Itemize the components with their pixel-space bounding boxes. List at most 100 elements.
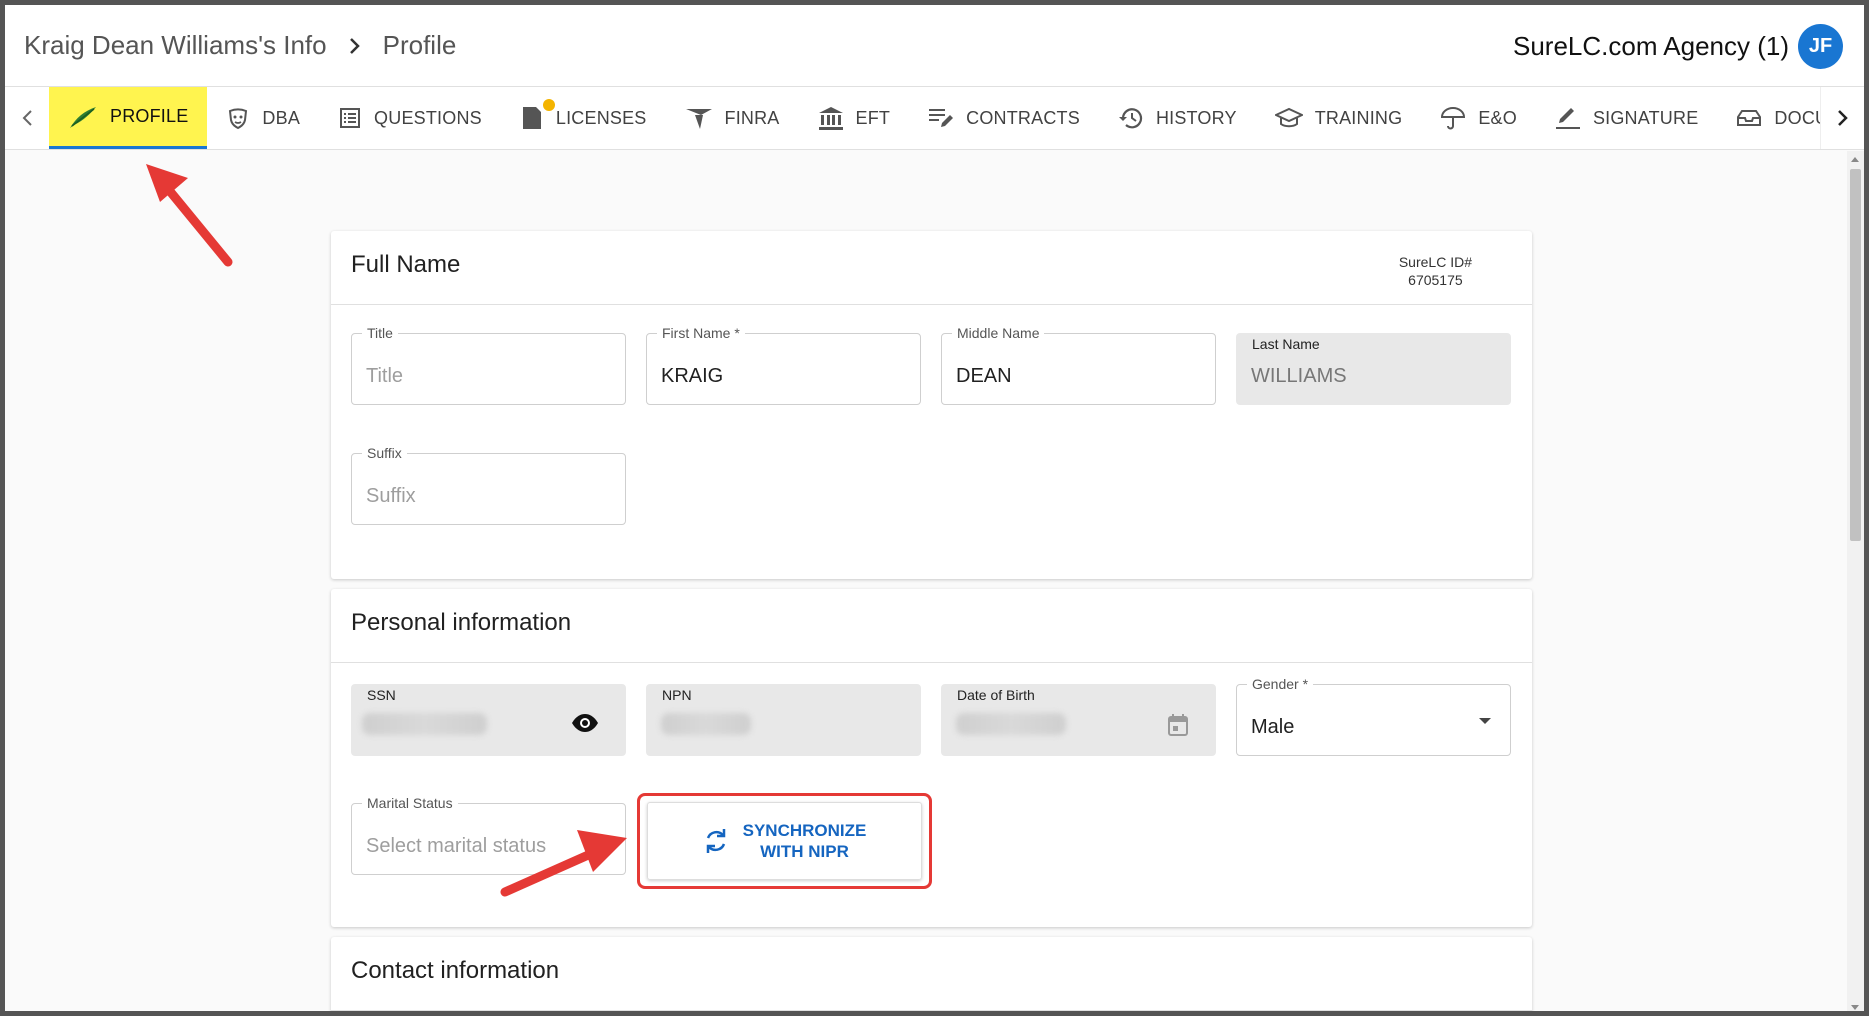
chevron-right-icon [1837,110,1848,126]
field-label: Suffix [362,445,407,461]
tab-label: SIGNATURE [1592,107,1699,128]
tab-history[interactable]: HISTORY [1099,87,1256,149]
breadcrumb-current: Profile [382,30,457,60]
license-icon [522,107,541,129]
gender-select[interactable]: Gender * Male [1236,676,1511,756]
tab-label: DOCUMENTS [1774,107,1825,128]
tab-label: PROFILE [110,106,189,126]
tab-profile[interactable]: PROFILE [49,87,208,149]
sync-icon [706,829,725,853]
personal-info-title: Personal information [331,589,1532,663]
date-of-birth-field: Date of Birth [941,684,1216,756]
sync-label-line1: SYNCHRONIZE [742,821,867,840]
eye-icon[interactable] [571,713,599,733]
mask-icon [229,108,248,130]
tab-questions[interactable]: QUESTIONS [319,87,501,149]
tab-eo[interactable]: E&O [1421,87,1536,149]
tab-label: CONTRACTS [966,107,1080,128]
tab-label: LICENSES [555,107,647,128]
full-name-title: Full Name [331,231,1532,305]
field-label: Date of Birth [957,687,1035,703]
tabs-scroll-right-button[interactable] [1820,87,1864,149]
feather-icon [70,106,96,128]
blurred-value [661,713,751,735]
blurred-value [956,713,1066,735]
tab-label: DBA [262,107,301,128]
field-value: DEAN [956,365,1012,387]
scroll-down-icon[interactable] [1851,1005,1859,1010]
tab-signature[interactable]: SIGNATURE [1536,87,1717,149]
contact-info-title: Contact information [331,937,1532,1011]
tab-training[interactable]: TRAINING [1256,87,1422,149]
main-content: Full Name SureLC ID# 6705175 Title Title… [5,151,1864,1011]
field-placeholder: Title [366,365,404,387]
header: Kraig Dean Williams's Info Profile SureL… [5,5,1864,87]
field-label: Gender * [1247,676,1314,692]
surelc-id-value: 6705175 [1408,272,1463,288]
last-name-field: Last Name WILLIAMS [1236,333,1511,405]
tab-label: EFT [855,107,891,128]
list-icon [340,108,361,128]
graduation-cap-icon [1274,107,1303,128]
surelc-id-label: SureLC ID# [1398,254,1472,270]
chevron-left-icon [22,110,32,126]
app-window: Kraig Dean Williams's Info Profile SureL… [0,0,1869,1016]
field-value: KRAIG [661,365,724,387]
calendar-icon[interactable] [1167,713,1189,737]
dropdown-arrow-icon [1479,718,1491,724]
scrollbar-thumb[interactable] [1850,169,1861,541]
tab-eft[interactable]: EFT [799,87,910,149]
npn-field: NPN [646,684,921,756]
chevron-right-icon [349,37,361,55]
synchronize-nipr-button[interactable]: SYNCHRONIZE WITH NIPR [647,802,922,880]
field-label: SSN [367,687,396,703]
title-field[interactable]: Title Title [351,325,626,405]
field-value: Male [1251,716,1295,738]
tab-bar: PROFILE DBA QUESTIONS LICENSES FINRA EFT… [5,87,1864,150]
tab-documents[interactable]: DOCUMENTS [1717,87,1825,149]
history-icon [1118,108,1142,129]
first-name-field[interactable]: First Name * KRAIG [646,325,921,405]
inbox-icon [1737,110,1762,126]
tab-finra[interactable]: FINRA [666,87,799,149]
breadcrumb-parent[interactable]: Kraig Dean Williams's Info [24,30,327,61]
scroll-up-icon[interactable] [1851,157,1859,162]
suffix-field[interactable]: Suffix Suffix [351,445,626,525]
ssn-field: SSN [351,684,626,756]
annotation-arrow-icon [146,164,233,267]
field-label: Last Name [1252,336,1320,352]
surelc-id: SureLC ID# 6705175 [1399,253,1472,289]
tab-label: HISTORY [1155,107,1237,128]
sync-label-line2: WITH NIPR [760,842,849,861]
avatar[interactable]: JF [1798,24,1843,69]
vertical-scrollbar[interactable] [1847,151,1864,1011]
tab-label: QUESTIONS [374,107,482,128]
notification-dot [542,99,555,111]
edit-list-icon [929,109,954,127]
bank-icon [818,107,843,130]
umbrella-icon [1441,107,1466,130]
contact-info-card: Contact information [331,937,1532,1011]
agency-name[interactable]: SureLC.com Agency (1) [1513,31,1789,62]
annotation-arrow-icon [500,830,627,897]
blurred-value [362,713,487,735]
pen-icon [1555,108,1580,129]
tab-dba[interactable]: DBA [207,87,319,149]
sync-highlight-box: SYNCHRONIZE WITH NIPR [637,793,932,889]
middle-name-field[interactable]: Middle Name DEAN [941,325,1216,405]
full-name-card: Full Name SureLC ID# 6705175 Title Title… [331,231,1532,579]
field-label: First Name * [657,325,745,341]
finra-icon [685,109,712,129]
field-label: Marital Status [362,795,458,811]
tab-contracts[interactable]: CONTRACTS [909,87,1099,149]
field-placeholder: Suffix [366,485,416,507]
field-label: Middle Name [952,325,1045,341]
tab-label: TRAINING [1314,107,1403,128]
tabs-scroll-left-button[interactable] [5,87,49,149]
tab-licenses[interactable]: LICENSES [501,87,666,149]
tab-label: FINRA [724,107,780,128]
field-label: NPN [662,687,692,703]
field-label: Title [362,325,398,341]
tab-label: E&O [1478,107,1517,128]
field-value: WILLIAMS [1251,365,1347,387]
